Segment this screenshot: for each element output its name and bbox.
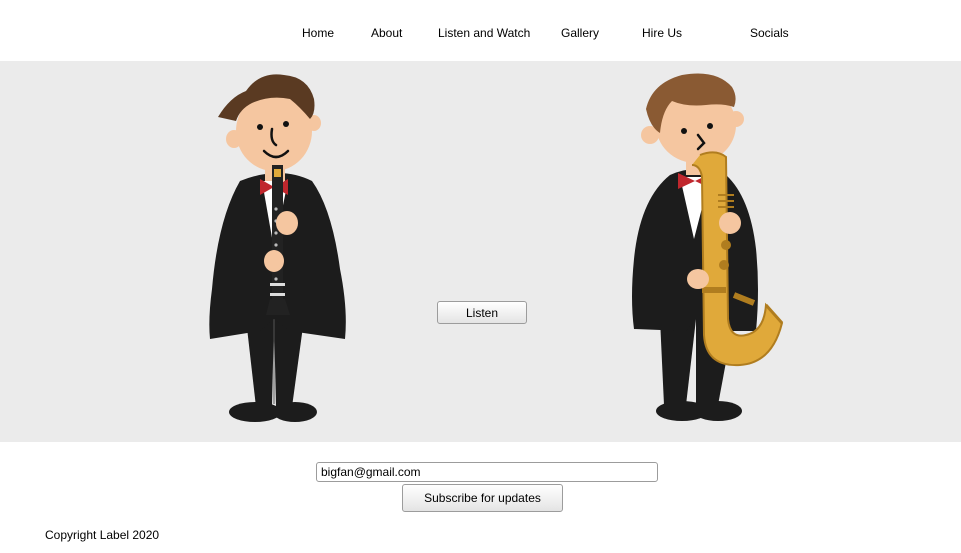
copyright-text: Copyright Label 2020 — [45, 528, 160, 542]
listen-button[interactable]: Listen — [437, 301, 527, 324]
nav-home-link[interactable]: Home — [302, 26, 334, 40]
nav-listen-and-watch-link[interactable]: Listen and Watch — [438, 26, 530, 40]
clarinet-player-illustration — [209, 74, 346, 422]
main-nav: Home About Listen and Watch Gallery Hire… — [0, 0, 961, 60]
nav-hire-us-link[interactable]: Hire Us — [642, 26, 682, 40]
saxophone-player-illustration — [632, 73, 784, 421]
subscribe-button[interactable]: Subscribe for updates — [402, 484, 563, 512]
email-input[interactable] — [316, 462, 658, 482]
nav-about-link[interactable]: About — [371, 26, 402, 40]
nav-socials-link[interactable]: Socials — [750, 26, 789, 40]
hero-banner: Listen — [0, 61, 961, 442]
nav-gallery-link[interactable]: Gallery — [561, 26, 599, 40]
